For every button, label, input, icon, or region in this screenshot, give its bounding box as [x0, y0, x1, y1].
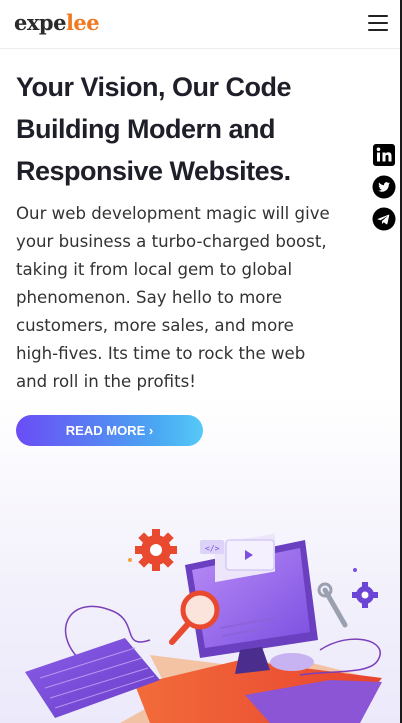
description-line: Our web development magic will give — [16, 204, 330, 223]
description-line: taking it from local gem to global — [16, 260, 293, 279]
svg-text:</>: </> — [205, 544, 220, 553]
logo-text-orange: lee — [65, 10, 100, 35]
description-line: and roll in the profits! — [16, 372, 196, 391]
web-development-illustration: </> — [25, 529, 382, 723]
headline-line: Your Vision, Our Code — [16, 72, 292, 102]
hero-headline: Your Vision, Our Code Building Modern an… — [16, 66, 346, 192]
logo[interactable]: expelee — [14, 10, 100, 35]
page: expelee Your Vision, Our Code Building M… — [0, 0, 402, 723]
description-line: customers, more sales, and more — [16, 316, 294, 335]
hamburger-menu-icon[interactable] — [368, 15, 388, 31]
header: expelee — [0, 0, 400, 49]
read-more-button[interactable]: READ MORE › — [16, 415, 203, 446]
logo-text-dark: expe — [14, 10, 66, 35]
headline-line: Building Modern and — [16, 114, 275, 144]
description-line: high-fives. Its time to rock the web — [16, 344, 306, 363]
description-line: your business a turbo-charged boost, — [16, 232, 327, 251]
linkedin-icon[interactable] — [372, 143, 396, 167]
twitter-icon[interactable] — [372, 175, 396, 199]
headline-line: Responsive Websites. — [16, 156, 291, 186]
telegram-icon[interactable] — [372, 207, 396, 231]
hero-description: Our web development magic will give your… — [16, 200, 356, 396]
description-line: phenomenon. Say hello to more — [16, 288, 283, 307]
